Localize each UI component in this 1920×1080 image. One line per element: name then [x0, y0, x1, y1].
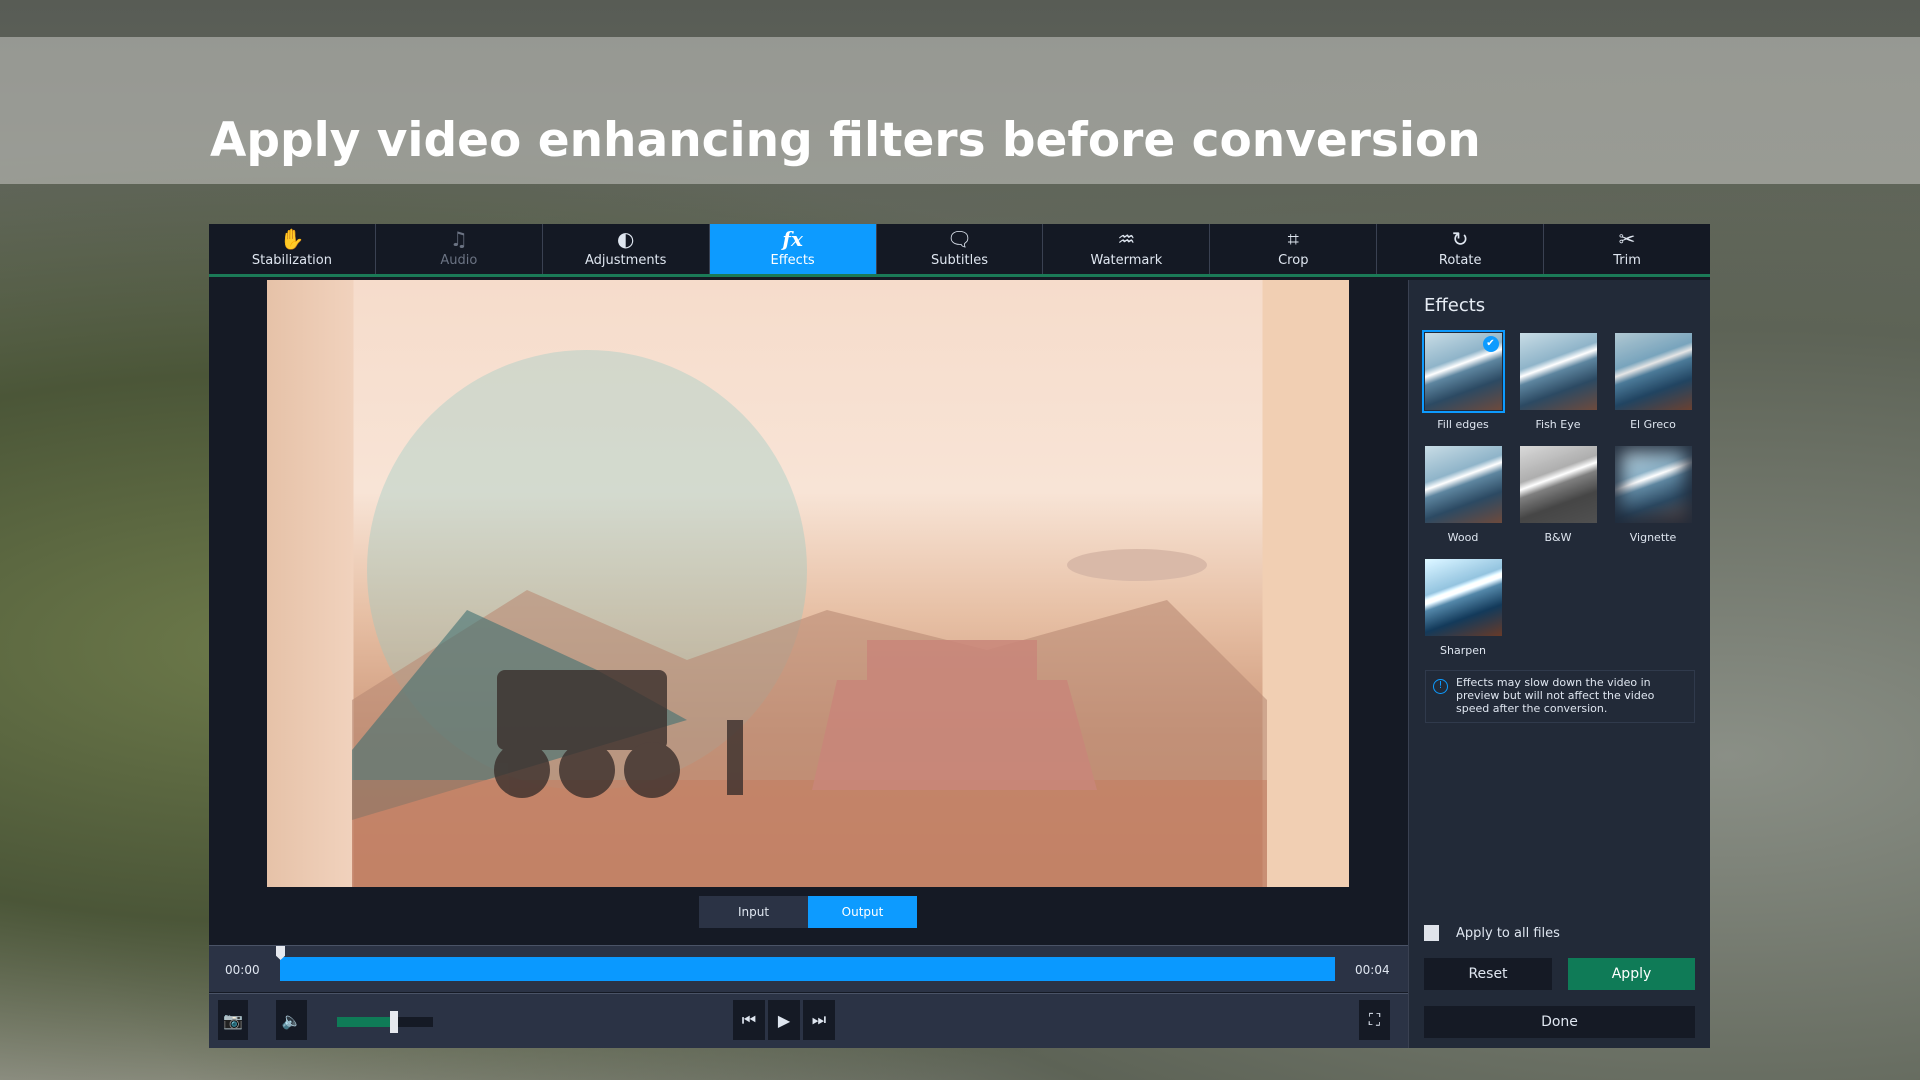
effect-label: Wood	[1423, 531, 1503, 544]
effect-el-greco[interactable]: El Greco	[1613, 333, 1693, 431]
volume-knob[interactable]	[390, 1011, 398, 1033]
effect-label: Sharpen	[1423, 644, 1503, 657]
previous-frame-button[interactable]: ⏮	[733, 1000, 765, 1040]
effect-label: Vignette	[1613, 531, 1693, 544]
effect-thumbnail	[1520, 446, 1597, 523]
play-button[interactable]: ▶	[768, 1000, 800, 1040]
video-editor-window: ✋ Stabilization ♫ Audio ◐ Adjustments fx Eff…	[209, 224, 1710, 1048]
watermark-icon: ♒	[1117, 228, 1135, 250]
hand-icon: ✋	[279, 228, 304, 250]
reset-button[interactable]: Reset	[1424, 958, 1552, 990]
mute-button[interactable]: 🔈	[276, 1000, 307, 1040]
banner: Apply video enhancing filters before con…	[0, 37, 1920, 184]
play-icon: ▶	[778, 1011, 790, 1030]
tab-label: Subtitles	[931, 253, 988, 268]
tab-trim[interactable]: ✂ Trim	[1544, 224, 1710, 274]
tab-label: Watermark	[1091, 253, 1163, 268]
done-button[interactable]: Done	[1424, 1006, 1695, 1038]
tab-label: Crop	[1278, 253, 1308, 268]
effect-vignette[interactable]: Vignette	[1613, 446, 1693, 544]
tab-label: Rotate	[1439, 253, 1482, 268]
info-text: Effects may slow down the video in previ…	[1456, 676, 1654, 715]
camera-icon: 📷	[223, 1011, 243, 1030]
output-view-button[interactable]: Output	[808, 896, 917, 928]
effect-label: Fill edges	[1423, 418, 1503, 431]
tab-crop[interactable]: ⌗ Crop	[1210, 224, 1377, 274]
tab-adjustments[interactable]: ◐ Adjustments	[543, 224, 710, 274]
info-icon: !	[1433, 679, 1448, 694]
tab-effects[interactable]: fx Effects	[710, 224, 877, 274]
video-preview	[267, 280, 1349, 887]
tab-label: Trim	[1613, 253, 1641, 268]
apply-to-all-label[interactable]: Apply to all files	[1456, 926, 1560, 941]
tab-label: Effects	[771, 253, 815, 268]
checkmark-icon: ✔	[1483, 336, 1499, 352]
video-frame-scene	[267, 280, 1349, 887]
scissors-icon: ✂	[1619, 228, 1636, 250]
effect-fish-eye[interactable]: Fish Eye	[1518, 333, 1598, 431]
input-view-button[interactable]: Input	[699, 896, 808, 928]
effect-thumbnail	[1425, 446, 1502, 523]
apply-button[interactable]: Apply	[1568, 958, 1695, 990]
volume-fill	[337, 1017, 394, 1027]
timeline-track[interactable]	[280, 957, 1335, 981]
tab-stabilization[interactable]: ✋ Stabilization	[209, 224, 376, 274]
music-note-icon: ♫	[450, 228, 468, 250]
effect-thumbnail	[1520, 333, 1597, 410]
tab-label: Adjustments	[585, 253, 666, 268]
apply-to-all-checkbox[interactable]	[1424, 925, 1439, 941]
effects-info-note: ! Effects may slow down the video in prev…	[1425, 670, 1695, 723]
fullscreen-icon: ⛶	[1369, 1010, 1380, 1030]
crop-icon: ⌗	[1288, 228, 1299, 250]
tab-subtitles[interactable]: 🗨 Subtitles	[877, 224, 1044, 274]
speaker-icon: 🔈	[282, 1011, 302, 1030]
speech-bubble-icon: 🗨	[947, 228, 972, 250]
effect-fill-edges[interactable]: ✔ Fill edges	[1423, 333, 1503, 431]
effects-panel: Effects ✔ Fill edges Fish Eye El Greco Wo…	[1408, 280, 1710, 1048]
skip-back-icon: ⏮	[742, 1010, 756, 1030]
effect-sharpen[interactable]: Sharpen	[1423, 559, 1503, 657]
tab-label: Stabilization	[252, 253, 332, 268]
effect-wood[interactable]: Wood	[1423, 446, 1503, 544]
total-duration: 00:04	[1355, 963, 1390, 977]
tab-rotate[interactable]: ↻ Rotate	[1377, 224, 1544, 274]
playback-controls: 📷 🔈 ⏮ ▶ ⏭ ⛶	[209, 993, 1408, 1048]
effect-label: B&W	[1518, 531, 1598, 544]
fx-icon: fx	[782, 228, 803, 250]
banner-title: Apply video enhancing filters before con…	[210, 113, 1481, 168]
volume-slider[interactable]	[337, 1017, 433, 1027]
effect-thumbnail: ✔	[1425, 333, 1502, 410]
panel-title: Effects	[1424, 295, 1485, 316]
fullscreen-button[interactable]: ⛶	[1359, 1000, 1390, 1040]
tab-label: Audio	[440, 253, 477, 268]
effect-thumbnail	[1425, 559, 1502, 636]
effect-bw[interactable]: B&W	[1518, 446, 1598, 544]
effect-label: Fish Eye	[1518, 418, 1598, 431]
rotate-icon: ↻	[1452, 228, 1469, 250]
contrast-icon: ◐	[617, 228, 634, 250]
next-frame-button[interactable]: ⏭	[803, 1000, 835, 1040]
current-time: 00:00	[225, 963, 260, 977]
effect-label: El Greco	[1613, 418, 1693, 431]
tab-audio[interactable]: ♫ Audio	[376, 224, 543, 274]
tab-watermark[interactable]: ♒ Watermark	[1043, 224, 1210, 274]
effect-thumbnail	[1615, 333, 1692, 410]
tab-bar: ✋ Stabilization ♫ Audio ◐ Adjustments fx Eff…	[209, 224, 1710, 277]
skip-forward-icon: ⏭	[812, 1010, 826, 1030]
timeline: 00:00 00:04	[209, 945, 1408, 992]
snapshot-button[interactable]: 📷	[218, 1000, 248, 1040]
effect-thumbnail	[1615, 446, 1692, 523]
